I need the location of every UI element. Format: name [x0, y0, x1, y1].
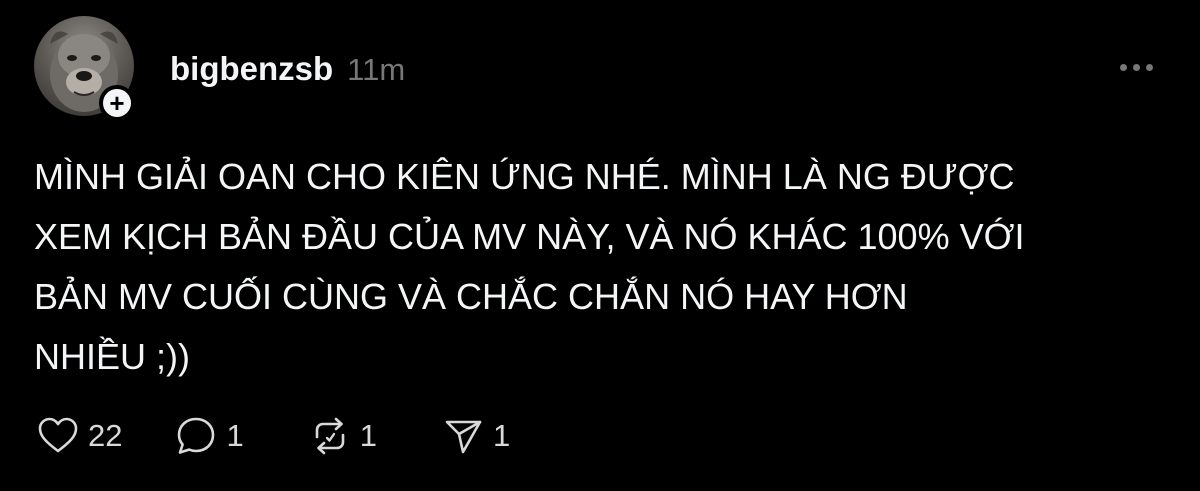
- share-count: 1: [492, 418, 511, 453]
- heart-icon: [38, 417, 78, 453]
- more-dot-icon: [1145, 63, 1153, 71]
- post-timestamp: 11m: [347, 52, 406, 87]
- post-header: bigbenzsb 11m: [170, 50, 405, 90]
- reply-button[interactable]: 1: [174, 414, 244, 458]
- like-count: 22: [88, 418, 123, 453]
- username-link[interactable]: bigbenzsb: [170, 50, 333, 88]
- send-icon: [445, 420, 482, 454]
- repost-count: 1: [359, 418, 377, 453]
- more-dot-icon: [1132, 63, 1140, 71]
- action-bar: 22 1 1 1: [36, 414, 510, 458]
- post-text: MÌNH GIẢI OAN CHO KIÊN ỨNG NHÉ. MÌNH LÀ …: [34, 156, 1025, 377]
- avatar-wrapper[interactable]: +: [34, 16, 135, 121]
- more-options-button[interactable]: [1116, 52, 1156, 82]
- plus-icon: +: [109, 88, 125, 118]
- repost-button[interactable]: 1: [308, 414, 377, 458]
- like-button[interactable]: 22: [36, 414, 122, 458]
- follow-plus-button[interactable]: +: [99, 85, 135, 121]
- repost-icon: [315, 417, 345, 455]
- share-button[interactable]: 1: [441, 414, 510, 458]
- more-dot-icon: [1119, 63, 1127, 71]
- comment-icon: [178, 417, 215, 454]
- reply-count: 1: [226, 418, 244, 453]
